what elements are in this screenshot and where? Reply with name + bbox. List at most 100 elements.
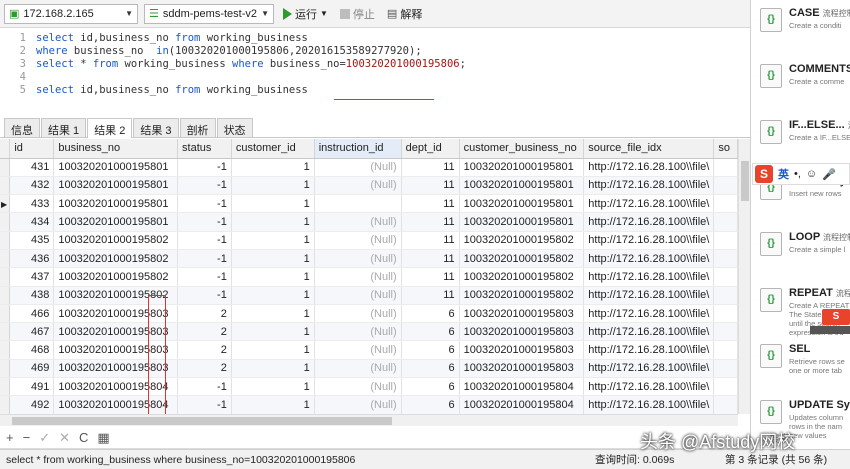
- row-marker[interactable]: [0, 286, 11, 305]
- table-row[interactable]: 432 100320201000195801 -1 1 (Null) 11 10032020…: [0, 176, 738, 196]
- table-cell[interactable]: (Null): [314, 176, 402, 196]
- table-row[interactable]: 431 100320201000195801 -1 1 (Null) 11 10032020…: [0, 158, 738, 177]
- table-cell[interactable]: 1: [231, 304, 315, 324]
- table-cell[interactable]: 6: [401, 322, 460, 342]
- table-cell[interactable]: 100320201000195801: [459, 158, 585, 177]
- table-row[interactable]: 468 100320201000195803 2 1 (Null) 6 1003202010…: [0, 340, 738, 360]
- table-cell[interactable]: http://172.16.28.100\\file\: [583, 322, 715, 342]
- table-cell[interactable]: 11: [401, 286, 460, 305]
- table-cell[interactable]: [713, 304, 738, 324]
- table-cell[interactable]: -1: [177, 231, 232, 250]
- table-cell[interactable]: 100320201000195801: [459, 176, 585, 196]
- table-cell[interactable]: 433: [9, 194, 55, 214]
- table-cell[interactable]: 11: [401, 267, 460, 287]
- table-cell[interactable]: 1: [231, 395, 315, 414]
- table-row[interactable]: 467 100320201000195803 2 1 (Null) 6 1003202010…: [0, 322, 738, 342]
- table-cell[interactable]: 2: [177, 340, 232, 360]
- explain-button[interactable]: ▤ 解释: [384, 6, 425, 22]
- table-cell[interactable]: 11: [401, 212, 460, 232]
- table-cell[interactable]: [713, 194, 738, 214]
- row-marker[interactable]: [0, 176, 11, 196]
- row-marker[interactable]: [0, 322, 11, 342]
- table-cell[interactable]: 2: [177, 322, 232, 342]
- table-cell[interactable]: [713, 322, 738, 342]
- table-cell[interactable]: http://172.16.28.100\\file\: [583, 340, 715, 360]
- table-row[interactable]: 434 100320201000195801 -1 1 (Null) 11 10032020…: [0, 212, 738, 232]
- table-cell[interactable]: 1: [231, 231, 315, 250]
- snippet-item[interactable]: {} COMMENTS Create a comme: [751, 56, 850, 110]
- table-cell[interactable]: 100320201000195801: [459, 194, 585, 214]
- table-cell[interactable]: [713, 395, 738, 414]
- column-header[interactable]: so: [713, 139, 738, 159]
- table-row[interactable]: 466 100320201000195803 2 1 (Null) 6 1003202010…: [0, 304, 738, 324]
- table-cell[interactable]: 100320201000195802: [459, 231, 585, 250]
- table-cell[interactable]: 100320201000195804: [459, 395, 585, 414]
- row-marker[interactable]: [0, 249, 11, 269]
- table-cell[interactable]: http://172.16.28.100\\file\: [583, 176, 715, 196]
- table-cell[interactable]: 6: [401, 340, 460, 360]
- table-cell[interactable]: (Null): [314, 249, 402, 269]
- table-cell[interactable]: 100320201000195802: [53, 249, 179, 269]
- table-row[interactable]: 492 100320201000195804 -1 1 (Null) 6 100320201…: [0, 395, 738, 414]
- table-row[interactable]: 438 100320201000195802 -1 1 (Null) 11 10032020…: [0, 286, 738, 305]
- add-record-button[interactable]: +: [6, 430, 14, 445]
- tab-profile[interactable]: 剖析: [179, 118, 216, 137]
- table-cell[interactable]: 492: [9, 395, 55, 414]
- table-cell[interactable]: [713, 340, 738, 360]
- database-select[interactable]: ☰ sddm-pems-test-v2 ▼: [144, 3, 274, 24]
- connection-select[interactable]: ▣ 172.168.2.165 ▼: [4, 3, 138, 24]
- table-cell[interactable]: http://172.16.28.100\\file\: [583, 249, 715, 269]
- horizontal-scrollbar[interactable]: [0, 414, 738, 426]
- table-row[interactable]: 435 100320201000195802 -1 1 (Null) 11 10032020…: [0, 231, 738, 250]
- table-cell[interactable]: [313, 194, 402, 214]
- table-cell[interactable]: (Null): [314, 158, 402, 177]
- table-cell[interactable]: 435: [9, 231, 55, 250]
- table-cell[interactable]: http://172.16.28.100\\file\: [583, 212, 715, 232]
- table-cell[interactable]: [713, 158, 738, 177]
- table-cell[interactable]: http://172.16.28.100\\file\: [583, 194, 715, 214]
- table-cell[interactable]: 431: [9, 158, 55, 177]
- table-row[interactable]: 437 100320201000195802 -1 1 (Null) 11 10032020…: [0, 267, 738, 287]
- table-cell[interactable]: [713, 286, 738, 305]
- row-marker[interactable]: [0, 359, 11, 379]
- grid-view-button[interactable]: ▦: [97, 430, 109, 446]
- table-cell[interactable]: http://172.16.28.100\\file\: [583, 304, 715, 324]
- table-cell[interactable]: 1: [231, 286, 315, 305]
- table-cell[interactable]: (Null): [314, 231, 402, 250]
- table-cell[interactable]: 1: [231, 212, 315, 232]
- table-cell[interactable]: 6: [401, 377, 460, 397]
- table-cell[interactable]: 2: [177, 304, 232, 324]
- vertical-scrollbar[interactable]: [738, 139, 750, 414]
- column-header[interactable]: id: [9, 139, 55, 159]
- table-cell[interactable]: -1: [177, 212, 232, 232]
- table-cell[interactable]: -1: [177, 395, 232, 414]
- table-cell[interactable]: -1: [177, 158, 232, 177]
- table-cell[interactable]: 100320201000195802: [53, 231, 179, 250]
- discard-changes-button[interactable]: ✕: [59, 430, 70, 446]
- table-row[interactable]: 491 100320201000195804 -1 1 (Null) 6 100320201…: [0, 377, 738, 397]
- table-cell[interactable]: 1: [231, 322, 315, 342]
- row-marker[interactable]: ▶: [0, 194, 11, 214]
- table-cell[interactable]: [713, 176, 738, 196]
- table-cell[interactable]: http://172.16.28.100\\file\: [583, 359, 715, 379]
- table-cell[interactable]: 100320201000195801: [53, 158, 179, 177]
- row-marker[interactable]: [0, 340, 11, 360]
- table-cell[interactable]: 100320201000195801: [459, 212, 585, 232]
- table-cell[interactable]: 100320201000195802: [53, 267, 179, 287]
- row-marker[interactable]: [0, 212, 11, 232]
- table-cell[interactable]: 6: [401, 395, 460, 414]
- table-cell[interactable]: -1: [177, 286, 232, 305]
- table-cell[interactable]: 2: [177, 359, 232, 379]
- table-cell[interactable]: 100320201000195803: [459, 304, 585, 324]
- snippet-item[interactable]: {} LOOP 流程控制 Create a simple l: [751, 224, 850, 278]
- table-cell[interactable]: (Null): [314, 286, 402, 305]
- column-header[interactable]: source_file_idx: [583, 139, 715, 159]
- row-marker[interactable]: [0, 304, 11, 324]
- row-marker[interactable]: [0, 231, 11, 250]
- run-button[interactable]: 运行 ▼: [280, 6, 331, 22]
- table-cell[interactable]: 467: [9, 322, 55, 342]
- table-cell[interactable]: (Null): [314, 267, 402, 287]
- scrollbar-thumb[interactable]: [741, 161, 749, 201]
- row-marker[interactable]: [0, 267, 11, 287]
- refresh-button[interactable]: C: [79, 430, 88, 445]
